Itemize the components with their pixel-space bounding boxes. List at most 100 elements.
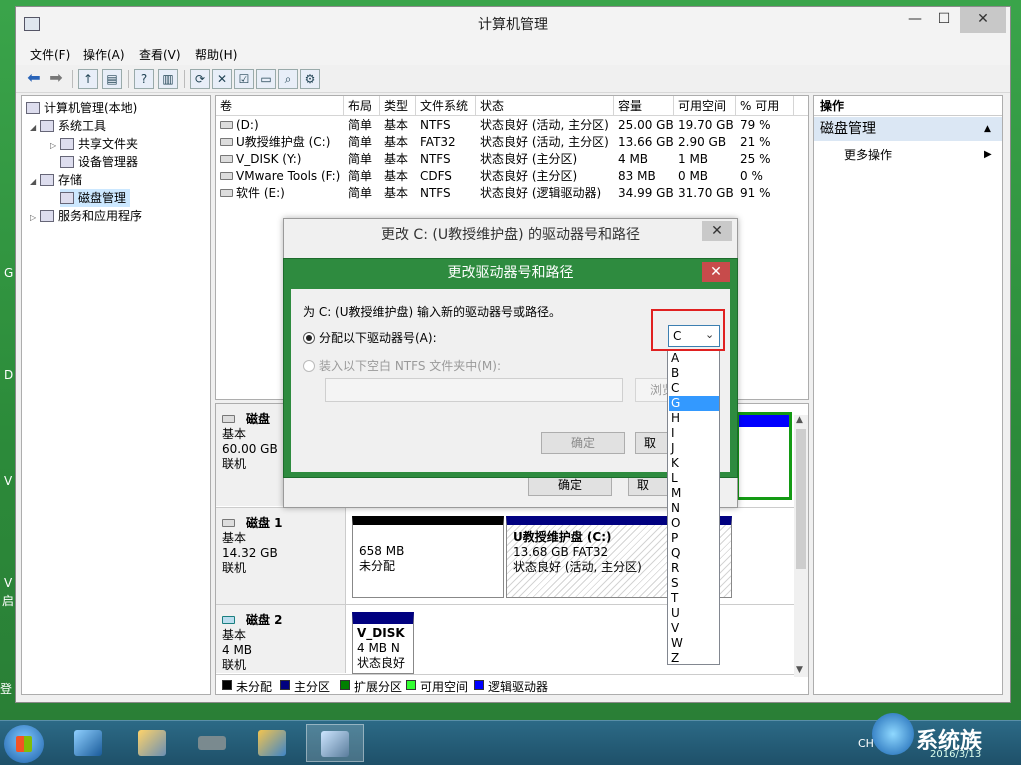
inner-ok-button[interactable]: 确定 bbox=[541, 432, 625, 454]
drive-letter-option[interactable]: Z bbox=[669, 651, 719, 666]
tree-item-disk-management[interactable]: 磁盘管理 bbox=[60, 189, 131, 207]
help-icon[interactable]: ? bbox=[134, 69, 154, 89]
assign-letter-option[interactable]: 分配以下驱动器号(A): bbox=[303, 329, 437, 346]
menu-view[interactable]: 查看(V) bbox=[139, 46, 181, 63]
column-header-percent-free[interactable]: % 可用 bbox=[736, 96, 794, 116]
refresh-icon[interactable]: ⟳ bbox=[190, 69, 210, 89]
volume-row[interactable]: VMware Tools (F:) 简单 基本 CDFS 状态良好 (主分区) 83 MB… bbox=[216, 168, 808, 185]
desktop-icon-label[interactable]: 登 bbox=[0, 680, 12, 697]
column-header-type[interactable]: 类型 bbox=[380, 96, 416, 116]
drive-letter-option[interactable]: O bbox=[669, 516, 719, 531]
volume-row[interactable]: U教授维护盘 (C:) 简单 基本 FAT32 状态良好 (活动, 主分区) 13.66 … bbox=[216, 134, 808, 151]
drive-letter-option[interactable]: T bbox=[669, 591, 719, 606]
more-actions-item[interactable]: 更多操作 ▶ bbox=[844, 146, 994, 164]
collapse-arrow-icon[interactable]: ▷ bbox=[50, 137, 60, 155]
desktop-icon-label[interactable]: V bbox=[4, 576, 12, 590]
disk-2-partition[interactable]: V_DISK 4 MB N 状态良好 bbox=[352, 612, 414, 674]
expand-arrow-icon[interactable]: ◢ bbox=[30, 173, 40, 191]
drive-letter-option[interactable]: S bbox=[669, 576, 719, 591]
inner-dialog-close-button[interactable]: ✕ bbox=[702, 262, 730, 282]
taskbar-app-memory[interactable] bbox=[184, 724, 240, 762]
column-header-volume[interactable]: 卷 bbox=[216, 96, 344, 116]
drive-letter-option[interactable]: C bbox=[669, 381, 719, 396]
start-button[interactable] bbox=[4, 725, 44, 763]
tree-item-device-manager[interactable]: 设备管理器 bbox=[60, 153, 138, 171]
desktop-icon-label[interactable]: V bbox=[4, 474, 12, 488]
drive-letter-option[interactable]: I bbox=[669, 426, 719, 441]
drive-letter-option[interactable]: U bbox=[669, 606, 719, 621]
taskbar-app-computer-management[interactable] bbox=[306, 724, 364, 762]
menu-help[interactable]: 帮助(H) bbox=[195, 46, 237, 63]
column-header-layout[interactable]: 布局 bbox=[344, 96, 380, 116]
disk-0-logical-partition[interactable] bbox=[736, 412, 792, 500]
column-header-capacity[interactable]: 容量 bbox=[614, 96, 674, 116]
drive-letter-option[interactable]: L bbox=[669, 471, 719, 486]
drive-letter-option[interactable]: A bbox=[669, 351, 719, 366]
drive-letter-option[interactable]: R bbox=[669, 561, 719, 576]
disk-pane-scrollbar[interactable]: ▲ ▼ bbox=[794, 415, 808, 677]
mount-folder-option[interactable]: 装入以下空白 NTFS 文件夹中(M): bbox=[303, 357, 501, 374]
column-header-free-space[interactable]: 可用空间 bbox=[674, 96, 736, 116]
folder-path-input[interactable] bbox=[325, 378, 623, 402]
radio-selected-icon[interactable] bbox=[303, 332, 315, 344]
open-folder-icon[interactable]: ▭ bbox=[256, 69, 276, 89]
column-header-filesystem[interactable]: 文件系统 bbox=[416, 96, 476, 116]
menu-file[interactable]: 文件(F) bbox=[30, 46, 70, 63]
drive-letter-option[interactable]: W bbox=[669, 636, 719, 651]
drive-letter-option[interactable]: G bbox=[669, 396, 719, 411]
volume-row[interactable]: 软件 (E:) 简单 基本 NTFS 状态良好 (逻辑驱动器) 34.99 GB 31.70… bbox=[216, 185, 808, 202]
delete-icon[interactable]: ✕ bbox=[212, 69, 232, 89]
scroll-down-icon[interactable]: ▼ bbox=[796, 665, 806, 675]
drive-letter-option[interactable]: H bbox=[669, 411, 719, 426]
up-folder-icon[interactable]: ↑ bbox=[78, 69, 98, 89]
title-bar[interactable]: 计算机管理 — ☐ ✕ bbox=[16, 7, 1010, 43]
drive-letter-option[interactable]: P bbox=[669, 531, 719, 546]
desktop-icon-label[interactable]: 启 bbox=[2, 592, 14, 609]
scroll-up-icon[interactable]: ▲ bbox=[796, 415, 806, 425]
back-arrow-icon[interactable]: ⬅ bbox=[24, 69, 44, 89]
disk-1-info[interactable]: 磁盘 1 基本 14.32 GB 联机 bbox=[216, 508, 346, 604]
expand-arrow-icon[interactable]: ◢ bbox=[30, 119, 40, 137]
tree-item-services-apps[interactable]: ▷ 服务和应用程序 bbox=[30, 207, 142, 225]
tree-item-shared-folders[interactable]: ▷ 共享文件夹 bbox=[50, 135, 138, 153]
volume-row[interactable]: V_DISK (Y:) 简单 基本 NTFS 状态良好 (主分区) 4 MB 1 MB 25 … bbox=[216, 151, 808, 168]
tree-item-system-tools[interactable]: ◢ 系统工具 bbox=[30, 117, 106, 135]
maximize-button[interactable]: ☐ bbox=[930, 7, 958, 33]
taskbar-app-toolbox[interactable] bbox=[244, 724, 300, 762]
disk-1-unallocated[interactable]: 658 MB 未分配 bbox=[352, 516, 504, 598]
collapse-arrow-icon[interactable]: ▷ bbox=[30, 209, 40, 227]
dialog-close-button[interactable]: ✕ bbox=[702, 221, 732, 241]
actions-section-disk-management[interactable]: 磁盘管理 ▲ bbox=[814, 117, 1002, 141]
action-pane-icon[interactable]: ▥ bbox=[158, 69, 178, 89]
drive-letter-option[interactable]: J bbox=[669, 441, 719, 456]
taskbar-app-cleanup[interactable] bbox=[124, 724, 180, 762]
taskbar-app-desktop[interactable] bbox=[60, 724, 116, 762]
search-icon[interactable]: ⌕ bbox=[278, 69, 298, 89]
drive-letter-option[interactable]: K bbox=[669, 456, 719, 471]
disk-size: 4 MB bbox=[222, 643, 253, 657]
close-button[interactable]: ✕ bbox=[960, 7, 1006, 33]
drive-letter-option[interactable]: V bbox=[669, 621, 719, 636]
disk-2-info[interactable]: 磁盘 2 基本 4 MB 联机 bbox=[216, 605, 346, 673]
tree-item-root[interactable]: 计算机管理(本地) bbox=[26, 99, 137, 117]
collapse-up-icon[interactable]: ▲ bbox=[984, 117, 991, 141]
console-tree-icon[interactable]: ▤ bbox=[102, 69, 122, 89]
tree-item-storage[interactable]: ◢ 存储 bbox=[30, 171, 82, 189]
forward-arrow-icon[interactable]: ➡ bbox=[46, 69, 66, 89]
column-header-status[interactable]: 状态 bbox=[476, 96, 614, 116]
scroll-thumb[interactable] bbox=[796, 429, 806, 569]
drive-letter-option[interactable]: B bbox=[669, 366, 719, 381]
minimize-button[interactable]: — bbox=[902, 7, 928, 33]
clock-date[interactable]: 2016/3/13 bbox=[930, 749, 981, 760]
menu-action[interactable]: 操作(A) bbox=[83, 46, 125, 63]
properties-icon[interactable]: ☑ bbox=[234, 69, 254, 89]
radio-unselected-icon[interactable] bbox=[303, 360, 315, 372]
drive-letter-option[interactable]: N bbox=[669, 501, 719, 516]
drive-letter-option[interactable]: M bbox=[669, 486, 719, 501]
desktop-icon-label[interactable]: G bbox=[4, 266, 13, 280]
language-indicator[interactable]: CH bbox=[858, 737, 874, 750]
settings-icon[interactable]: ⚙ bbox=[300, 69, 320, 89]
volume-row[interactable]: (D:) 简单 基本 NTFS 状态良好 (活动, 主分区) 25.00 GB 19.70 … bbox=[216, 117, 808, 134]
desktop-icon-label[interactable]: D bbox=[4, 368, 13, 382]
drive-letter-option[interactable]: Q bbox=[669, 546, 719, 561]
